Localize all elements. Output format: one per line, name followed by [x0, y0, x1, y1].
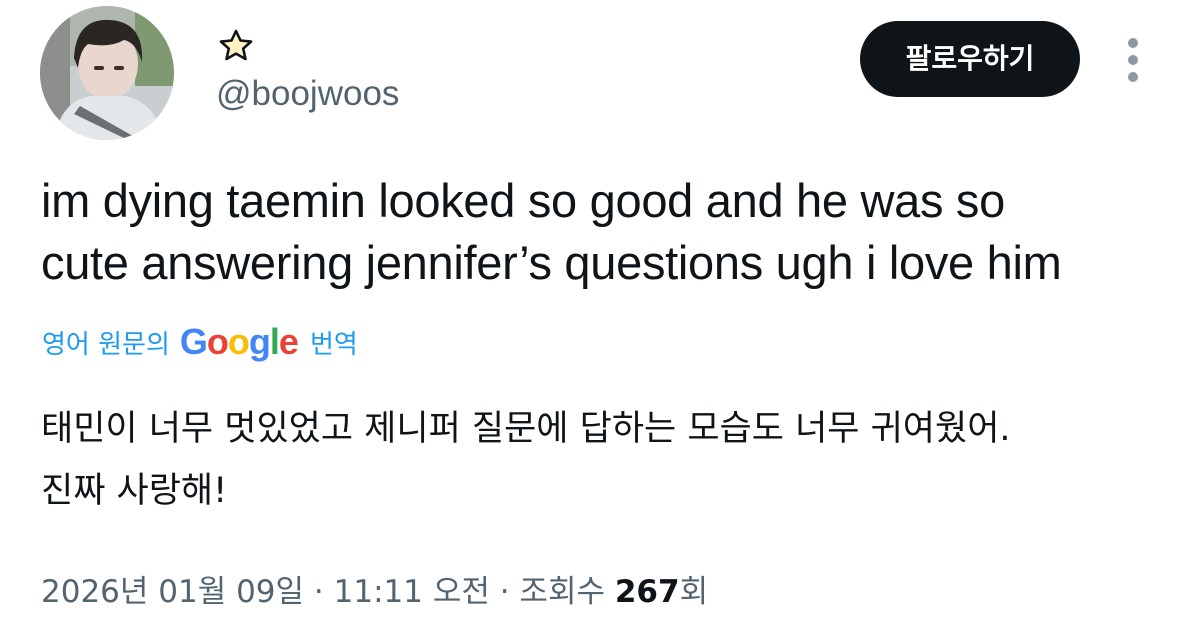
- more-vertical-icon[interactable]: [1120, 36, 1146, 84]
- google-logo: Google: [179, 321, 299, 362]
- tweet-date[interactable]: 2026년 01월 09일: [41, 574, 304, 610]
- star-icon: [217, 28, 255, 62]
- meta-separator: ·: [489, 574, 520, 610]
- views-label: 조회수: [519, 574, 605, 610]
- avatar-image: [40, 6, 174, 140]
- author-handle[interactable]: @boojwoos: [216, 74, 399, 114]
- tweet-text: im dying taemin looked so good and he wa…: [41, 174, 1062, 289]
- follow-button[interactable]: 팔로우하기: [860, 21, 1080, 97]
- views-count: 267: [614, 574, 680, 610]
- avatar[interactable]: [40, 6, 174, 140]
- tweet-time[interactable]: 11:11 오전: [334, 574, 490, 610]
- views-suffix: 회: [679, 574, 709, 610]
- meta-separator: ·: [304, 574, 334, 610]
- translation-label-prefix: 영어 원문의: [42, 329, 170, 360]
- translation-attribution[interactable]: 영어 원문의 Google 번역: [42, 318, 358, 366]
- translation-label-suffix: 번역: [309, 329, 358, 360]
- tweet-metadata: 2026년 01월 09일 · 11:11 오전 · 조회수 267회: [41, 570, 708, 614]
- translated-text: 태민이 너무 멋있었고 제니퍼 질문에 답하는 모습도 너무 귀여웠어. 진짜 …: [41, 409, 1011, 511]
